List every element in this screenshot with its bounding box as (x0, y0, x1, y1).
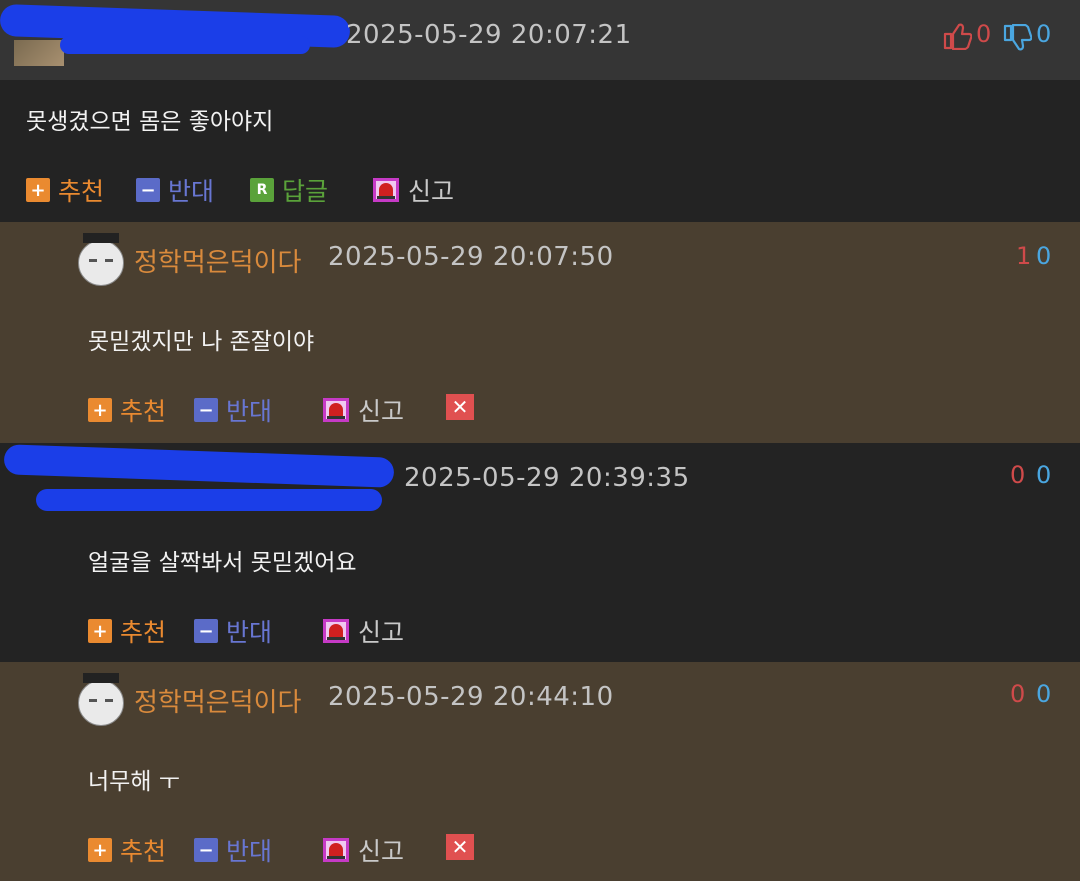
downvote-button[interactable]: − 반대 (194, 392, 272, 428)
delete-button[interactable]: ✕ (446, 834, 474, 860)
upvote-count: 0 (1010, 680, 1026, 708)
comment-date: 2025-05-29 20:07:21 (346, 20, 632, 50)
upvote-count: 0 (1010, 461, 1026, 489)
redaction-mark (36, 489, 382, 511)
close-icon: ✕ (451, 395, 469, 419)
siren-icon (323, 398, 349, 422)
minus-icon: − (194, 838, 218, 862)
downvote-button[interactable]: − 반대 (136, 172, 214, 208)
report-button[interactable]: 신고 (322, 832, 404, 868)
comment-4: 정학먹은덕이다 2025-05-29 20:44:10 0 0 너무해 ㅜ + … (0, 662, 1080, 881)
downvote-count: 0 (1036, 20, 1052, 48)
avatar (14, 40, 64, 66)
delete-button[interactable]: ✕ (446, 394, 474, 420)
minus-icon: − (194, 398, 218, 422)
siren-icon (323, 619, 349, 643)
plus-icon: + (88, 838, 112, 862)
avatar (78, 673, 124, 726)
upvote-count: 1 (1016, 242, 1032, 270)
reply-button[interactable]: R 답글 (250, 172, 328, 208)
report-button[interactable]: 신고 (322, 613, 404, 649)
downvote-count: 0 (1036, 242, 1052, 270)
downvote-count: 0 (1036, 461, 1052, 489)
minus-icon: − (136, 178, 160, 202)
comment-2: 정학먹은덕이다 2025-05-29 20:07:50 1 0 못믿겠지만 나 … (0, 222, 1080, 443)
siren-icon (373, 178, 399, 202)
comment-date: 2025-05-29 20:07:50 (328, 242, 614, 272)
comment-date: 2025-05-29 20:44:10 (328, 682, 614, 712)
comment-text: 얼굴을 살짝봐서 못믿겠어요 (88, 550, 357, 576)
close-icon: ✕ (451, 835, 469, 859)
avatar (78, 233, 124, 286)
redaction-mark (3, 444, 395, 488)
siren-icon (323, 838, 349, 862)
plus-icon: + (88, 619, 112, 643)
thumbs-up-icon[interactable] (942, 22, 972, 50)
downvote-button[interactable]: − 반대 (194, 832, 272, 868)
comment-1: 2025-05-29 20:07:21 0 0 못생겼으면 몸은 좋아야지 + … (0, 0, 1080, 222)
upvote-button[interactable]: + 추천 (26, 172, 104, 208)
report-button[interactable]: 신고 (372, 172, 454, 208)
plus-icon: + (26, 178, 50, 202)
downvote-button[interactable]: − 반대 (194, 613, 272, 649)
report-button[interactable]: 신고 (322, 392, 404, 428)
thumbs-down-icon[interactable] (1002, 24, 1032, 52)
comment-text: 너무해 ㅜ (88, 769, 180, 795)
upvote-button[interactable]: + 추천 (88, 832, 166, 868)
comment-date: 2025-05-29 20:39:35 (404, 463, 690, 493)
reply-icon: R (250, 178, 274, 202)
upvote-button[interactable]: + 추천 (88, 392, 166, 428)
comment-text: 못믿겠지만 나 존잘이야 (88, 329, 315, 355)
plus-icon: + (88, 398, 112, 422)
minus-icon: − (194, 619, 218, 643)
author-nickname[interactable]: 정학먹은덕이다 (134, 682, 301, 719)
comment-3: 2025-05-29 20:39:35 0 0 얼굴을 살짝봐서 못믿겠어요 +… (0, 443, 1080, 662)
author-nickname[interactable]: 정학먹은덕이다 (134, 242, 301, 279)
upvote-button[interactable]: + 추천 (88, 613, 166, 649)
comment-text: 못생겼으면 몸은 좋아야지 (26, 109, 274, 135)
downvote-count: 0 (1036, 680, 1052, 708)
redaction-mark (60, 36, 310, 54)
upvote-count: 0 (976, 20, 992, 48)
